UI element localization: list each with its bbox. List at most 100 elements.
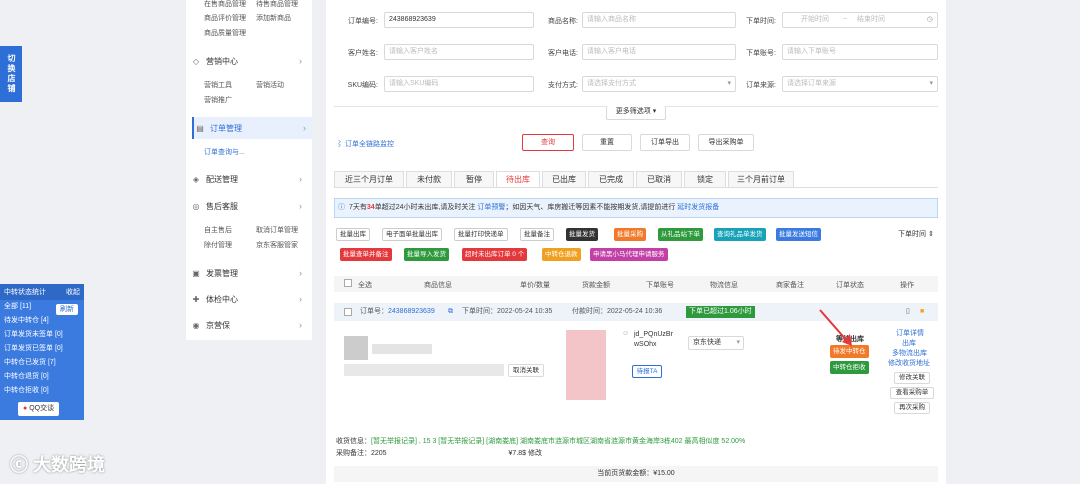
menu-sub-item[interactable]: 商品评价管理 (204, 13, 246, 23)
op-outbound[interactable]: 出库 (902, 338, 916, 348)
order-checkbox[interactable] (344, 308, 352, 316)
transit-refund-button[interactable]: 中转仓退款 (542, 248, 581, 261)
menu-group-label: 发票管理 (206, 268, 238, 278)
tab-unpaid[interactable]: 未付款 (406, 171, 452, 188)
menu-group-marketing[interactable]: ◇ 营销中心 › (190, 50, 308, 72)
stats-row[interactable]: 中转仓已发货 [7] (0, 356, 84, 370)
tab-older-than-3-months[interactable]: 三个月前订单 (728, 171, 794, 188)
gift-station-order-button[interactable]: 从礼品站下单 (658, 228, 703, 241)
menu-sub-item[interactable]: 自主售后 (204, 225, 232, 235)
tab-paused[interactable]: 暂停 (454, 171, 494, 188)
menu-sub-item[interactable]: 订单查询与... (204, 147, 245, 157)
tab-completed[interactable]: 已完成 (588, 171, 634, 188)
col-account: 下单账号 (646, 282, 674, 289)
op-multi-logistics[interactable]: 多物流出库 (892, 348, 927, 358)
menu-sub-item[interactable]: 在售商品管理 (204, 0, 246, 9)
menu-group-invoice[interactable]: ▣ 发票管理 › (190, 262, 308, 284)
phone-icon[interactable]: ▯ (906, 303, 910, 321)
customer-name-input[interactable]: 请输入客户姓名 (384, 44, 534, 60)
sort-by-order-time[interactable]: 下单时间 ⇕ (898, 229, 934, 239)
view-purchase-button[interactable]: 查看采购单 (890, 387, 934, 399)
stats-row[interactable]: 中转仓退货 [0] (0, 370, 84, 384)
order-no-input[interactable]: 243868923639 (384, 12, 534, 28)
bulk-print-express-button[interactable]: 批量打印快递单 (454, 228, 508, 241)
chevron-right-icon: › (299, 268, 302, 278)
menu-sub-item[interactable]: 营销活动 (256, 80, 284, 90)
verify-button[interactable]: 待报TA (632, 365, 662, 378)
menu-group-label: 京营保 (206, 320, 230, 330)
query-button[interactable]: 查询 (522, 134, 574, 151)
bulk-ship-button[interactable]: 批量发货 (566, 228, 598, 241)
bulk-import-ship-button[interactable]: 批量导入发货 (404, 248, 449, 261)
stats-row[interactable]: 中转仓拒收 [0] (0, 384, 84, 398)
order-no-link[interactable]: 243868923639 (388, 303, 435, 321)
menu-group-aftersales[interactable]: ◎ 售后客服 › (190, 195, 308, 217)
copy-icon[interactable]: ⧉ (448, 303, 453, 321)
export-purchase-button[interactable]: 导出采购单 (698, 134, 754, 151)
bookmark-icon[interactable]: ■ (920, 303, 924, 321)
bulk-outbound-button[interactable]: 批量出库 (336, 228, 370, 241)
col-select-all: 全选 (358, 282, 372, 289)
bulk-remark-button[interactable]: 批量备注 (520, 228, 554, 241)
tab-outbound[interactable]: 已出库 (542, 171, 586, 188)
switch-store-tab[interactable]: 切换店铺 (0, 46, 22, 102)
select-all-checkbox[interactable] (344, 279, 352, 287)
menu-sub-item[interactable]: 除付管理 (204, 240, 232, 250)
menu-sub-item[interactable]: 营销推广 (204, 95, 232, 105)
menu-sub-item[interactable]: 添加新商品 (256, 13, 291, 23)
bulk-eform-outbound-button[interactable]: 电子面单批量出库 (382, 228, 442, 241)
order-monitor-link[interactable]: ⌇ 订单全链路监控 (336, 139, 394, 149)
pay-method-select[interactable]: 请选择支付方式 ▾ (582, 76, 736, 92)
product-name-input[interactable]: 请输入商品名称 (582, 12, 736, 28)
repurchase-button[interactable]: 再次采购 (894, 402, 930, 414)
range-separator: ~ (842, 16, 848, 23)
menu-sub-item[interactable]: 营销工具 (204, 80, 232, 90)
overdue-orders-button[interactable]: 超时未出库订单 0 个 (462, 248, 528, 261)
order-account-input[interactable]: 请输入下单账号 (782, 44, 938, 60)
purchase-text[interactable]: ¥7.8$ 修改 (509, 450, 542, 457)
bulk-sms-button[interactable]: 批量发送短信 (776, 228, 821, 241)
logistics-select[interactable]: 京东快递 ▾ (688, 336, 744, 350)
reset-button[interactable]: 重置 (582, 134, 632, 151)
tab-cancelled[interactable]: 已取消 (636, 171, 682, 188)
gift-order-query-button[interactable]: 查询礼品单发货 (714, 228, 766, 241)
warning-notice: ⓘ 7天有34单超过24小时未出库,请及时关注 订单预警；如因天气、库房搬迁等因… (334, 198, 938, 218)
order-warning-link[interactable]: 订单预警 (477, 204, 505, 211)
delay-report-link[interactable]: 延时发货报备 (677, 204, 719, 211)
menu-group-health[interactable]: ✚ 体检中心 › (190, 288, 308, 310)
tab-pending-outbound[interactable]: 待出库 (496, 171, 540, 188)
agent-service-button[interactable]: 申请黑小马代理申请服务 (590, 248, 668, 261)
bulk-check-remark-button[interactable]: 批量查单并备注 (340, 248, 392, 261)
more-filters-toggle[interactable]: 更多筛选项 ▾ (606, 106, 666, 120)
export-orders-button[interactable]: 订单导出 (640, 134, 690, 151)
menu-sub-item[interactable]: 京东客服管家 (256, 240, 298, 250)
menu-group-label: 配送管理 (206, 174, 238, 184)
customer-phone-input[interactable]: 请输入客户电话 (582, 44, 736, 60)
stats-row[interactable]: 待发中转仓 [4] (0, 314, 84, 328)
order-source-select[interactable]: 请选择订单来源 ▾ (782, 76, 938, 92)
menu-sub-item[interactable]: 商品质量管理 (204, 28, 246, 38)
menu-sub-item[interactable]: 待售商品管理 (256, 0, 298, 9)
price-blurred (566, 330, 606, 400)
sku-input[interactable]: 请输入SKU编码 (384, 76, 534, 92)
tab-locked[interactable]: 锁定 (684, 171, 726, 188)
menu-group-jingyingbao[interactable]: ◉ 京营保 › (190, 314, 308, 336)
qq-chat-button[interactable]: ● QQ交谈 (18, 402, 60, 416)
stats-row[interactable]: 订单发货未签单 [0] (0, 328, 84, 342)
order-time-range[interactable]: 开始时间 ~ 结束时间 ◷ (782, 12, 938, 28)
stats-collapse-button[interactable]: 收起 (66, 287, 80, 297)
stats-refresh-button[interactable]: 刷新 (56, 304, 78, 315)
bulk-purchase-button[interactable]: 批量采购 (614, 228, 646, 241)
op-edit-address[interactable]: 修改收货地址 (888, 358, 930, 368)
op-order-detail[interactable]: 订单详情 (896, 328, 924, 338)
menu-sub-item[interactable]: 取消订单管理 (256, 225, 298, 235)
status-tag-transit-rejected[interactable]: 中转仓拒收 (830, 361, 869, 374)
modify-link-button[interactable]: 修改关联 (894, 372, 930, 384)
stats-row[interactable]: 订单发货已签单 [0] (0, 342, 84, 356)
menu-group-label: 体检中心 (206, 294, 238, 304)
cancel-link-button[interactable]: 取消关联 (508, 364, 544, 377)
menu-group-orders[interactable]: ▤ 订单管理 › (192, 117, 312, 139)
menu-group-delivery[interactable]: ◈ 配送管理 › (190, 168, 308, 190)
order-icon: ▤ (196, 123, 204, 133)
tab-recent-3-months[interactable]: 近三个月订单 (334, 171, 404, 188)
